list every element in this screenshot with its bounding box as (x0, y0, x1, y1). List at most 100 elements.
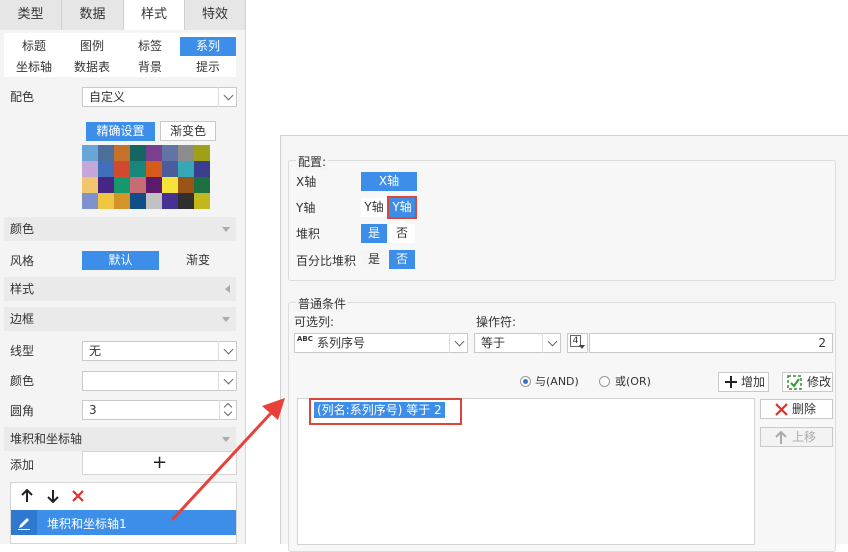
style-default-button[interactable]: 默认 (82, 251, 159, 270)
palette-swatch[interactable] (146, 161, 162, 177)
palette-swatch[interactable] (130, 177, 146, 193)
subtab-background[interactable]: 背景 (122, 58, 178, 77)
palette-swatch[interactable] (82, 161, 98, 177)
palette-swatch[interactable] (194, 161, 210, 177)
palette-select[interactable]: 自定义 (82, 87, 237, 107)
delete-condition-button[interactable]: 删除 (760, 399, 833, 419)
palette-swatch[interactable] (98, 177, 114, 193)
section-style[interactable]: 样式 (4, 277, 236, 301)
y-axis-option-2[interactable]: Y轴2 (387, 196, 417, 233)
section-stack-axis[interactable]: 堆积和坐标轴 (4, 427, 236, 451)
style-gradient-button[interactable]: 渐变 (160, 251, 236, 270)
palette-swatch[interactable] (178, 145, 194, 161)
tab-type[interactable]: 类型 (0, 0, 62, 30)
precise-setting-button[interactable]: 精确设置 (86, 122, 155, 141)
palette-swatch[interactable] (146, 177, 162, 193)
add-condition-button[interactable]: 增加 (718, 372, 769, 392)
palette-swatch[interactable] (162, 193, 178, 209)
subtab-datasheet[interactable]: 数据表 (64, 58, 120, 77)
radius-spinner[interactable]: 3 (82, 400, 237, 420)
modify-condition-label: 修改 (807, 375, 832, 389)
operator-select[interactable]: 等于 (474, 333, 561, 353)
value-type-select[interactable]: 4 (567, 333, 588, 353)
add-button[interactable]: + (82, 451, 237, 475)
y-axis-option-1[interactable]: Y轴 (361, 198, 387, 217)
subtab-label[interactable]: 标签 (122, 37, 178, 56)
or-radio[interactable] (599, 376, 610, 387)
palette-swatch[interactable] (82, 177, 98, 193)
spinner-buttons[interactable] (219, 400, 237, 420)
tab-style[interactable]: 样式 (124, 0, 185, 30)
column-select-value: 系列序号 (317, 336, 366, 350)
list-item[interactable]: 堆积和坐标轴1 (11, 510, 236, 535)
palette-swatch[interactable] (178, 193, 194, 209)
stack-yes-button[interactable]: 是 (361, 224, 387, 243)
palette-swatch[interactable] (98, 193, 114, 209)
stack-no-button[interactable]: 否 (389, 224, 415, 243)
subtab-legend[interactable]: 图例 (64, 37, 120, 56)
palette-swatch[interactable] (130, 145, 146, 161)
tab-effects[interactable]: 特效 (185, 0, 246, 30)
spinner-down-icon[interactable] (223, 407, 233, 417)
edit-icon-cell (11, 510, 37, 535)
value-input[interactable]: 2 (589, 333, 833, 353)
chevron-down-icon (218, 371, 237, 391)
palette-swatch[interactable] (162, 145, 178, 161)
x-axis-label: X轴 (296, 175, 317, 189)
subtab-title[interactable]: 标题 (6, 37, 62, 56)
arrow-up-icon (775, 431, 787, 444)
move-up-label: 上移 (792, 430, 817, 444)
and-radio[interactable] (520, 376, 531, 387)
color-palette-grid[interactable] (82, 145, 210, 209)
palette-swatch[interactable] (130, 161, 146, 177)
section-border[interactable]: 边框 (4, 307, 236, 331)
x-axis-button[interactable]: X轴 (361, 172, 417, 191)
tab-data[interactable]: 数据 (62, 0, 124, 30)
palette-swatch[interactable] (162, 177, 178, 193)
palette-swatch[interactable] (162, 161, 178, 177)
palette-swatch[interactable] (194, 193, 210, 209)
section-stack-axis-label: 堆积和坐标轴 (10, 432, 83, 446)
column-select[interactable]: ABC 系列序号 (294, 333, 468, 353)
palette-swatch[interactable] (98, 145, 114, 161)
palette-swatch[interactable] (98, 161, 114, 177)
expand-arrow-icon (225, 285, 230, 293)
arrow-down-icon[interactable] (46, 489, 60, 503)
condition-expression[interactable]: (列名:系列序号) 等于 2 (314, 402, 445, 418)
palette-swatch[interactable] (114, 161, 130, 177)
palette-swatch[interactable] (146, 145, 162, 161)
palette-swatch[interactable] (114, 177, 130, 193)
or-label: 或(OR) (615, 375, 651, 388)
palette-swatch[interactable] (114, 145, 130, 161)
condition-list: (列名:系列序号) 等于 2 (297, 398, 755, 545)
palette-swatch[interactable] (82, 145, 98, 161)
arrow-up-icon[interactable] (20, 489, 34, 503)
section-style-label: 样式 (10, 282, 35, 296)
subtab-tooltip[interactable]: 提示 (180, 58, 236, 77)
subtab-axis[interactable]: 坐标轴 (6, 58, 62, 77)
palette-label: 配色 (10, 90, 35, 104)
line-type-select[interactable]: 无 (82, 341, 237, 361)
gradient-color-button[interactable]: 渐变色 (160, 121, 216, 141)
border-color-select[interactable] (82, 371, 237, 391)
border-color-label: 颜色 (10, 374, 35, 388)
percent-stack-no-button[interactable]: 否 (389, 250, 415, 269)
percent-stack-yes-button[interactable]: 是 (361, 250, 387, 269)
add-condition-label: 增加 (741, 375, 766, 389)
palette-swatch[interactable] (146, 193, 162, 209)
pencil-icon[interactable] (17, 516, 31, 530)
palette-swatch[interactable] (194, 145, 210, 161)
palette-swatch[interactable] (194, 177, 210, 193)
section-color[interactable]: 颜色 (4, 217, 236, 241)
palette-swatch[interactable] (178, 161, 194, 177)
modify-condition-button[interactable]: 修改 (782, 372, 833, 392)
radius-label: 圆角 (10, 404, 35, 418)
operator-select-value: 等于 (481, 336, 506, 350)
subtab-series[interactable]: 系列 (180, 37, 236, 56)
palette-swatch[interactable] (178, 177, 194, 193)
palette-swatch[interactable] (82, 193, 98, 209)
palette-swatch[interactable] (130, 193, 146, 209)
move-up-button[interactable]: 上移 (760, 427, 833, 447)
palette-swatch[interactable] (114, 193, 130, 209)
delete-x-icon[interactable] (71, 489, 85, 503)
